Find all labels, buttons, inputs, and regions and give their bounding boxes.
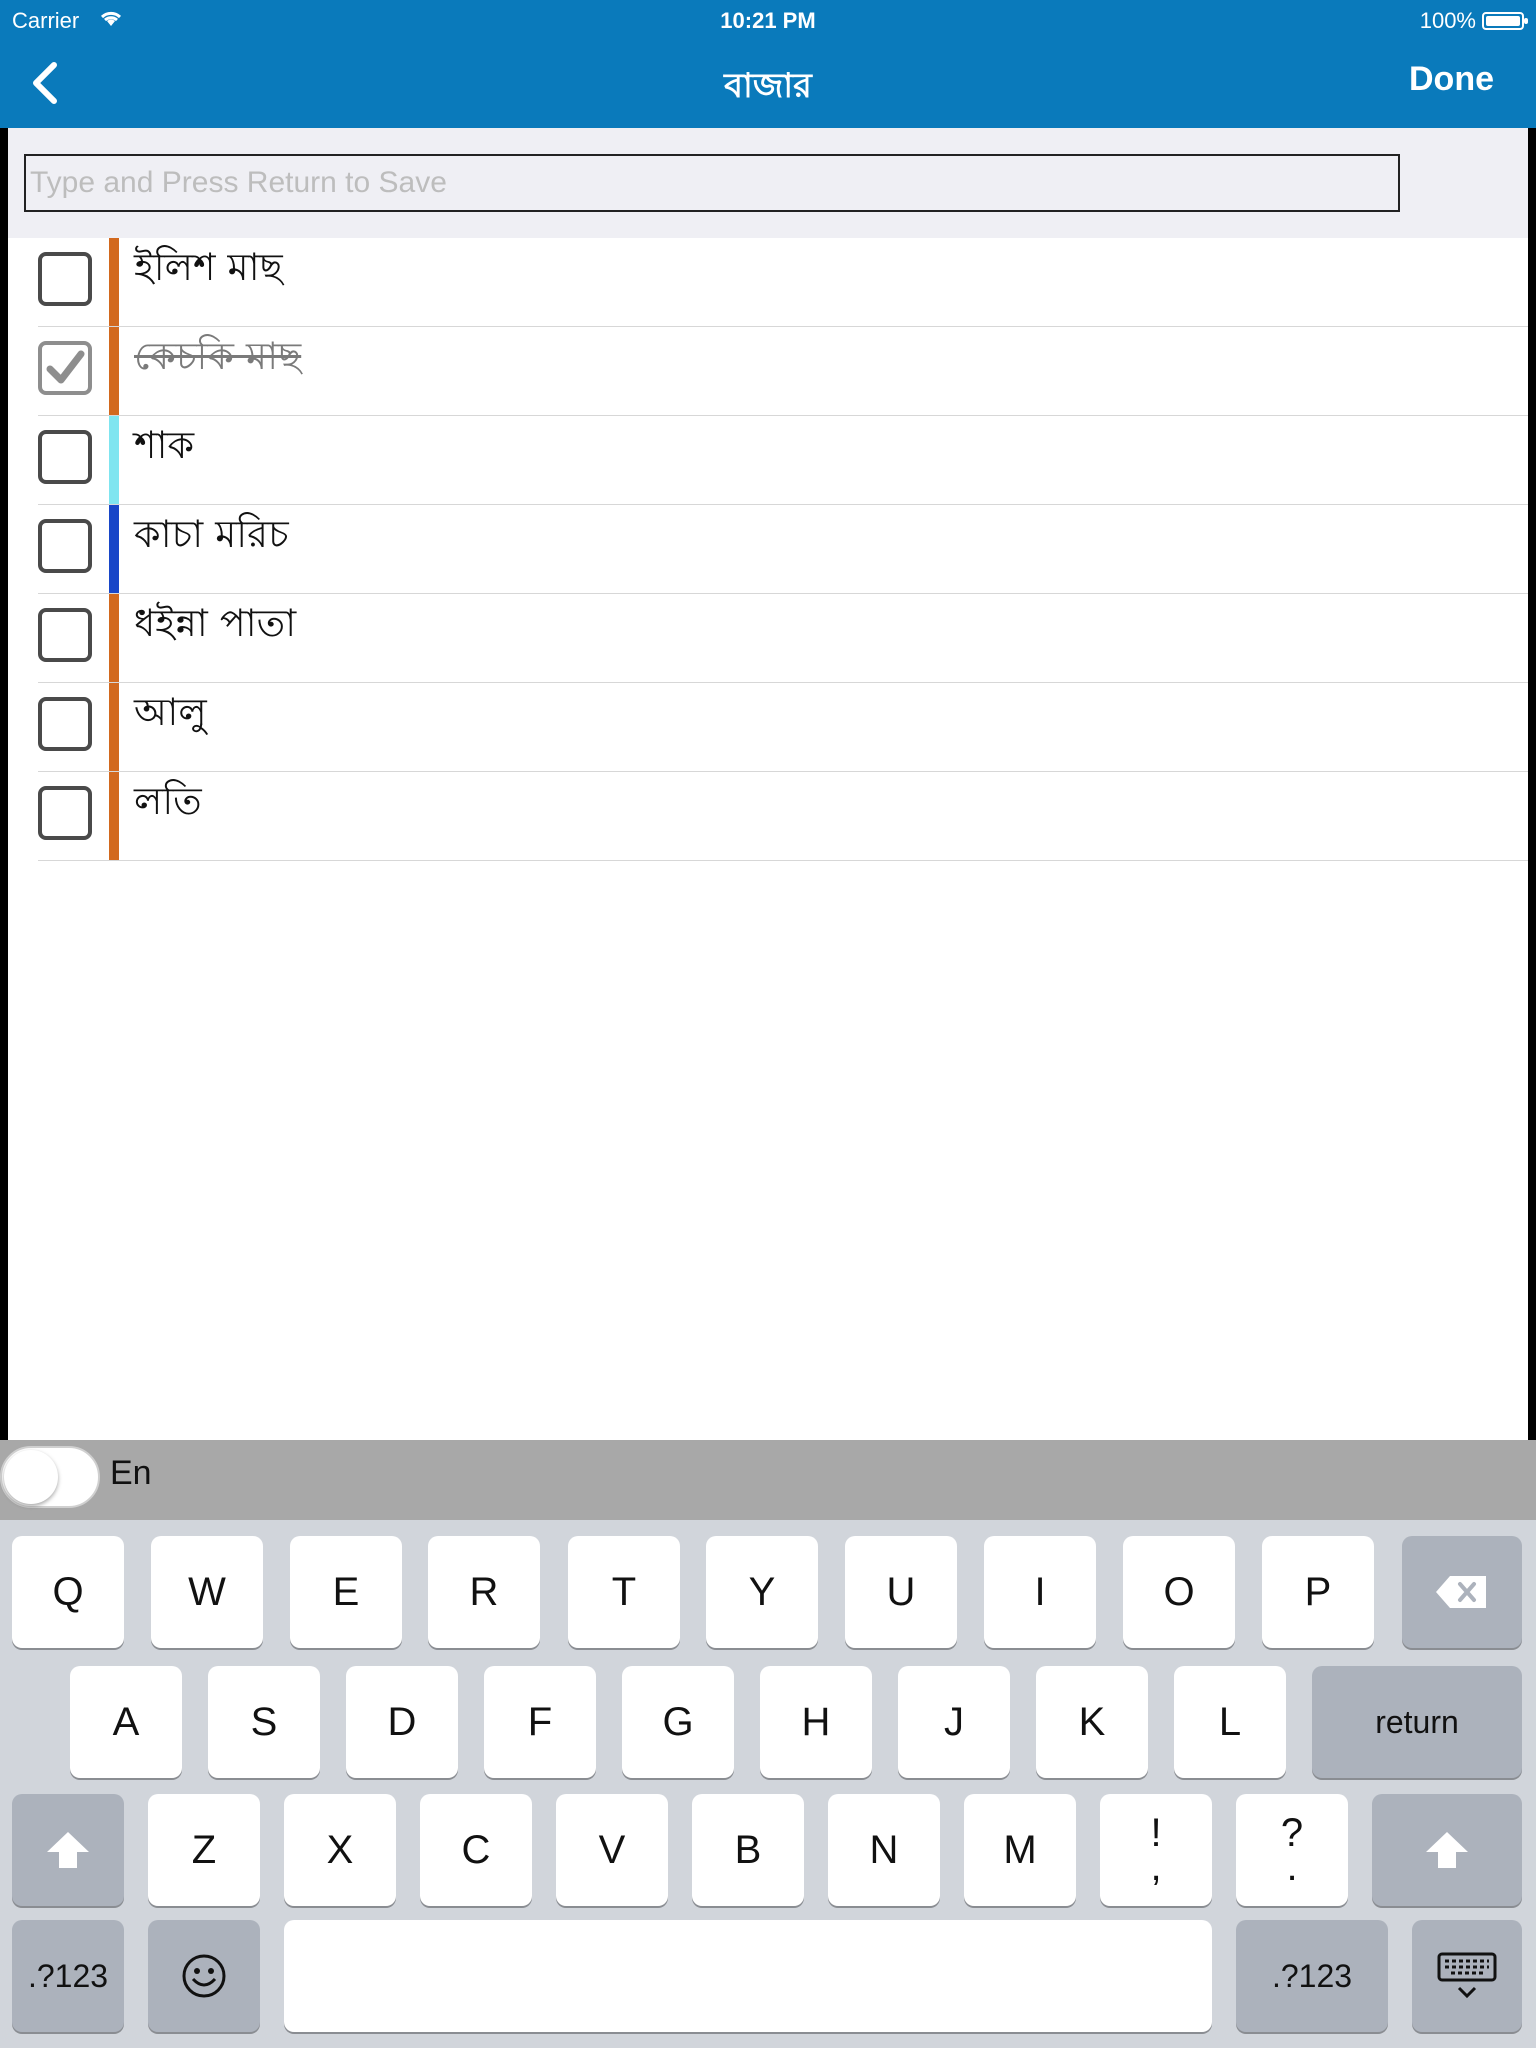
page-title: বাজার xyxy=(724,66,812,106)
key-m[interactable]: M xyxy=(964,1794,1076,1906)
key-n[interactable]: N xyxy=(828,1794,940,1906)
key-g[interactable]: G xyxy=(622,1666,734,1778)
item-checkbox[interactable] xyxy=(38,608,92,662)
item-label: ধইন্না পাতা xyxy=(134,601,297,645)
shift-key-left[interactable] xyxy=(12,1794,124,1906)
battery-status: 100% xyxy=(1419,8,1528,34)
keyboard: Q W E R T Y U I O P A S D F G H J K Lreturn Z X C V B N M!,?. .?12… xyxy=(0,1520,1536,2048)
key-u[interactable]: U xyxy=(845,1536,957,1648)
key-o[interactable]: O xyxy=(1123,1536,1235,1648)
shift-icon xyxy=(1426,1832,1468,1868)
new-item-input[interactable]: Type and Press Return to Save xyxy=(24,154,1400,212)
item-checkbox[interactable] xyxy=(38,786,92,840)
key-exclaim-comma[interactable]: !, xyxy=(1100,1794,1212,1906)
status-time: 10:21 PM xyxy=(720,8,816,33)
list-item[interactable]: লতি xyxy=(8,772,1528,861)
item-checkbox[interactable] xyxy=(38,341,92,395)
key-p[interactable]: P xyxy=(1262,1536,1374,1648)
category-color-bar xyxy=(109,416,119,505)
shift-key-right[interactable] xyxy=(1372,1794,1522,1906)
key-a[interactable]: A xyxy=(70,1666,182,1778)
list-item[interactable]: কেচকি মাছ xyxy=(8,327,1528,416)
emoji-key[interactable] xyxy=(148,1920,260,2032)
numbers-key-left[interactable]: .?123 xyxy=(12,1920,124,2032)
item-label: আলু xyxy=(134,690,207,734)
key-l[interactable]: L xyxy=(1174,1666,1286,1778)
category-color-bar xyxy=(109,505,119,594)
category-color-bar xyxy=(109,238,119,327)
key-w[interactable]: W xyxy=(151,1536,263,1648)
done-button[interactable]: Done xyxy=(1409,60,1494,99)
item-checkbox[interactable] xyxy=(38,430,92,484)
punct-bottom: . xyxy=(1286,1845,1298,1889)
list-item[interactable]: শাক xyxy=(8,416,1528,505)
item-checkbox[interactable] xyxy=(38,697,92,751)
key-c[interactable]: C xyxy=(420,1794,532,1906)
key-z[interactable]: Z xyxy=(148,1794,260,1906)
key-x[interactable]: X xyxy=(284,1794,396,1906)
list-item[interactable]: আলু xyxy=(8,683,1528,772)
header: Carrier 10:21 PM 100% বাজার Done xyxy=(0,0,1536,128)
numbers-key-right[interactable]: .?123 xyxy=(1236,1920,1388,2032)
key-h[interactable]: H xyxy=(760,1666,872,1778)
key-f[interactable]: F xyxy=(484,1666,596,1778)
item-label: কাচা মরিচ xyxy=(134,512,289,556)
list-item[interactable]: কাচা মরিচ xyxy=(8,505,1528,594)
key-i[interactable]: I xyxy=(984,1536,1096,1648)
navigation-bar: বাজার Done xyxy=(0,40,1536,128)
item-checkbox[interactable] xyxy=(38,252,92,306)
punct-bottom: , xyxy=(1150,1845,1162,1889)
key-s[interactable]: S xyxy=(208,1666,320,1778)
item-label: ইলিশ মাছ xyxy=(134,245,283,289)
key-y[interactable]: Y xyxy=(706,1536,818,1648)
category-color-bar xyxy=(109,683,119,772)
status-bar: Carrier 10:21 PM 100% xyxy=(0,0,1536,40)
battery-percent: 100% xyxy=(1419,8,1476,33)
key-t[interactable]: T xyxy=(568,1536,680,1648)
key-b[interactable]: B xyxy=(692,1794,804,1906)
input-bar: Type and Press Return to Save xyxy=(8,128,1528,238)
key-j[interactable]: J xyxy=(898,1666,1010,1778)
item-list: ইলিশ মাছ কেচকি মাছ শাক কাচা মরিচ ধইন্না পাতা… xyxy=(8,238,1528,861)
key-v[interactable]: V xyxy=(556,1794,668,1906)
language-label: En xyxy=(110,1454,152,1492)
checkmark-icon xyxy=(46,350,85,384)
language-toggle[interactable] xyxy=(0,1446,100,1508)
shift-icon xyxy=(47,1832,89,1868)
key-r[interactable]: R xyxy=(428,1536,540,1648)
category-color-bar xyxy=(109,772,119,861)
keyboard-language-bar: En xyxy=(0,1440,1536,1520)
key-d[interactable]: D xyxy=(346,1666,458,1778)
row-divider xyxy=(38,860,1528,861)
item-checkbox[interactable] xyxy=(38,519,92,573)
main-content: Type and Press Return to Save ইলিশ মাছ কে… xyxy=(8,128,1528,1440)
space-key[interactable] xyxy=(284,1920,1212,2032)
item-label: শাক xyxy=(134,423,195,467)
hide-keyboard-key[interactable] xyxy=(1412,1920,1522,2032)
item-label: লতি xyxy=(134,779,202,823)
list-item[interactable]: ধইন্না পাতা xyxy=(8,594,1528,683)
list-item[interactable]: ইলিশ মাছ xyxy=(8,238,1528,327)
key-k[interactable]: K xyxy=(1036,1666,1148,1778)
battery-icon xyxy=(1482,12,1528,30)
backspace-key[interactable] xyxy=(1402,1536,1522,1648)
category-color-bar xyxy=(109,327,119,416)
key-q[interactable]: Q xyxy=(12,1536,124,1648)
key-question-period[interactable]: ?. xyxy=(1236,1794,1348,1906)
item-label: কেচকি মাছ xyxy=(134,334,302,378)
key-e[interactable]: E xyxy=(290,1536,402,1648)
category-color-bar xyxy=(109,594,119,683)
backspace-icon xyxy=(1436,1576,1486,1608)
keyboard-dismiss-icon xyxy=(1437,1952,1497,1999)
emoji-icon xyxy=(182,1954,226,1998)
return-key[interactable]: return xyxy=(1312,1666,1522,1778)
